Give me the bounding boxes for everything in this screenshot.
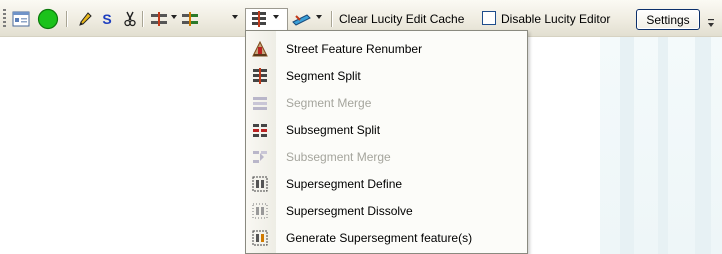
generate-supersegment-icon [252, 230, 268, 246]
menu-item-street-feature-renumber[interactable]: Street Feature Renumber [246, 36, 527, 63]
segment-merge-icon [252, 95, 268, 111]
disable-editor-label[interactable]: Disable Lucity Editor [501, 12, 610, 26]
menu-item-label: Segment Merge [286, 96, 372, 110]
s-glyph: S [102, 11, 112, 27]
menu-item-label: Subsegment Split [286, 123, 381, 137]
menu-item-label: Subsegment Merge [286, 150, 391, 164]
dropdown-caret[interactable] [273, 15, 279, 19]
toolbar-grip[interactable] [3, 9, 6, 27]
menu-item-segment-split[interactable]: Segment Split [246, 63, 527, 90]
subsegment-split-icon [252, 122, 268, 138]
dropdown-caret[interactable] [171, 15, 177, 19]
toolbar-separator [142, 11, 144, 27]
dropdown-caret[interactable] [316, 15, 322, 19]
street-renumber-icon [252, 40, 268, 57]
toolbar-separator [331, 11, 333, 27]
menu-item-supersegment-define[interactable]: Supersegment Define [246, 171, 527, 198]
segment-menu-icon[interactable] [250, 10, 268, 28]
supersegment-define-icon [252, 176, 268, 192]
form-icon[interactable] [12, 10, 30, 28]
menu-item-supersegment-dissolve[interactable]: Supersegment Dissolve [246, 198, 527, 225]
green-circle-icon[interactable] [37, 8, 59, 30]
menu-item-label: Supersegment Dissolve [286, 204, 413, 218]
edit-tool-icon[interactable] [290, 10, 314, 28]
settings-label: Settings [646, 12, 690, 27]
menu-item-label: Supersegment Define [286, 177, 403, 191]
overflow-chevron-icon[interactable] [708, 17, 714, 27]
toolbar-separator [66, 11, 68, 27]
segment-split-icon [252, 68, 268, 84]
menu-item-subsegment-split[interactable]: Subsegment Split [246, 117, 527, 144]
menu-item-segment-merge: Segment Merge [246, 90, 527, 117]
clear-cache-button[interactable]: Clear Lucity Edit Cache [339, 12, 464, 26]
settings-button[interactable]: Settings [636, 9, 700, 30]
menu-item-label: Segment Split [286, 69, 361, 83]
menu-item-subsegment-merge: Subsegment Merge [246, 144, 527, 171]
segment-tool-2-icon[interactable] [181, 10, 199, 28]
menu-item-generate-supersegment[interactable]: Generate Supersegment feature(s) [246, 225, 527, 252]
scissors-icon[interactable] [121, 10, 139, 28]
segment-tools-menu: Street Feature Renumber Segment Split Se… [245, 30, 528, 254]
supersegment-dissolve-icon [252, 203, 268, 219]
background-panel [600, 36, 722, 254]
menu-item-label: Generate Supersegment feature(s) [286, 231, 473, 245]
subsegment-merge-icon [252, 149, 268, 165]
pencil-icon[interactable] [76, 10, 94, 28]
menu-item-label: Street Feature Renumber [286, 42, 423, 56]
segment-tool-icon[interactable] [150, 10, 168, 28]
s-icon[interactable]: S [98, 10, 116, 28]
disable-editor-checkbox[interactable] [482, 11, 496, 25]
dropdown-caret[interactable] [232, 15, 238, 19]
